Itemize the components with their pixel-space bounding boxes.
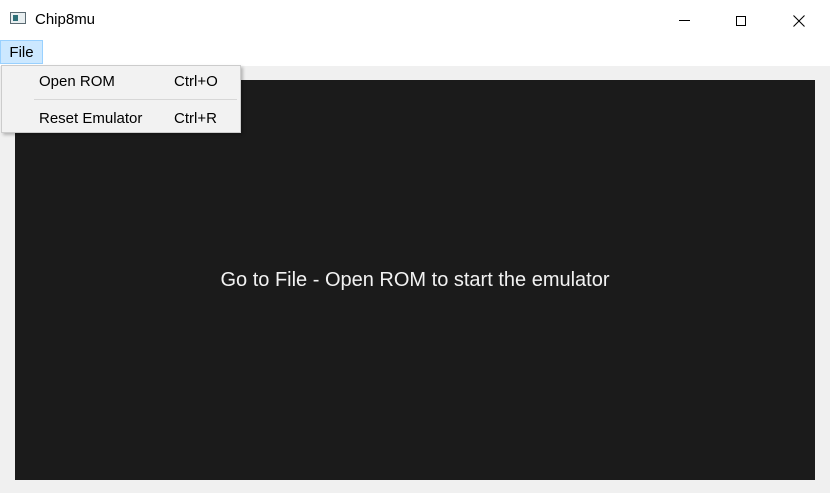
menu-item-label: Reset Emulator (39, 110, 143, 127)
app-window-icon (10, 12, 26, 24)
start-message: Go to File - Open ROM to start the emula… (220, 268, 610, 291)
window-title: Chip8mu (35, 11, 96, 28)
file-menu[interactable]: File (0, 40, 43, 64)
maximize-icon (736, 15, 746, 26)
minimize-icon (678, 20, 690, 21)
menu-bar: File (0, 37, 830, 66)
menu-item-label: Open ROM (39, 73, 115, 90)
close-icon (793, 14, 805, 27)
menu-item-open-rom[interactable]: Open ROM Ctrl+O (4, 67, 238, 97)
title-bar: Chip8mu (0, 4, 830, 37)
maximize-button[interactable] (712, 4, 770, 37)
minimize-button[interactable] (655, 4, 713, 37)
menu-item-shortcut: Ctrl+O (174, 73, 218, 90)
emulator-screen: Go to File - Open ROM to start the emula… (15, 80, 815, 480)
menu-item-reset-emulator[interactable]: Reset Emulator Ctrl+R (4, 104, 238, 134)
close-button[interactable] (770, 4, 828, 37)
file-menu-dropdown: Open ROM Ctrl+O Reset Emulator Ctrl+R (1, 65, 241, 133)
menu-separator (34, 99, 237, 100)
menu-item-shortcut: Ctrl+R (174, 110, 217, 127)
